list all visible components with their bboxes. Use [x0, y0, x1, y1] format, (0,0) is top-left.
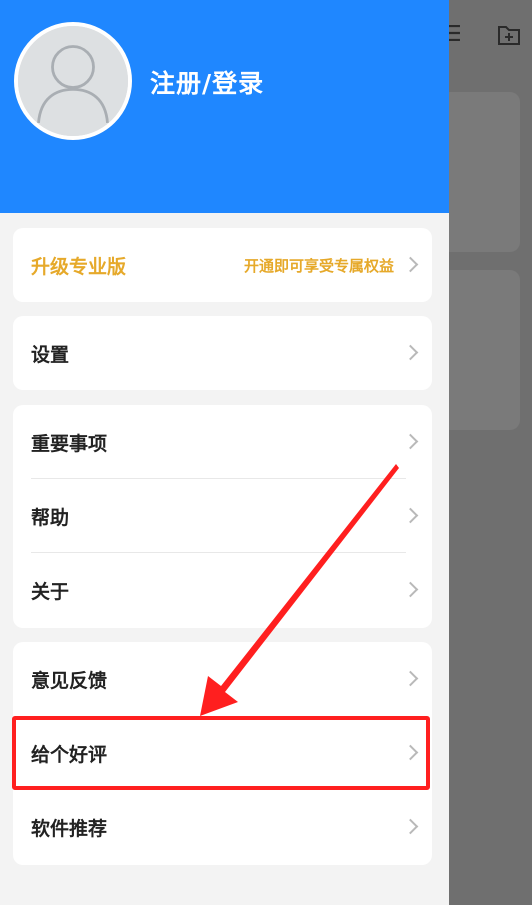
chevron-right-icon — [402, 581, 419, 598]
chevron-right-icon — [402, 507, 419, 524]
chevron-right-icon — [402, 433, 419, 450]
menu-item-recommend[interactable]: 软件推荐 — [13, 790, 432, 864]
info-card: 重要事项 帮助 关于 — [13, 405, 432, 628]
background-card — [440, 92, 520, 252]
highlight-box — [12, 716, 430, 790]
menu-item-label: 重要事项 — [31, 432, 108, 455]
menu-item-label: 意见反馈 — [31, 669, 108, 692]
user-avatar-icon — [18, 26, 128, 136]
menu-item-label: 关于 — [31, 580, 70, 603]
chevron-right-icon — [402, 256, 419, 273]
drawer-header: 注册/登录 — [0, 0, 449, 213]
menu-item-about[interactable]: 关于 — [13, 553, 432, 627]
menu-item-settings[interactable]: 设置 — [13, 316, 432, 390]
menu-item-feedback[interactable]: 意见反馈 — [13, 642, 432, 716]
login-register-link[interactable]: 注册/登录 — [150, 64, 264, 100]
background-card — [440, 270, 520, 430]
menu-item-label: 软件推荐 — [31, 817, 108, 840]
settings-card: 设置 — [13, 316, 432, 390]
upgrade-pro-card[interactable]: 升级专业版 开通即可享受专属权益 — [13, 228, 432, 302]
menu-item-label: 帮助 — [31, 506, 70, 529]
menu-item-help[interactable]: 帮助 — [13, 479, 432, 553]
chevron-right-icon — [402, 818, 419, 835]
upgrade-pro-subtitle: 开通即可享受专属权益 — [243, 256, 394, 275]
menu-item-label: 设置 — [31, 343, 70, 366]
menu-item-important[interactable]: 重要事项 — [13, 405, 432, 479]
side-drawer: 注册/登录 升级专业版 开通即可享受专属权益 设置 重要事项 帮助 关于 意见反… — [0, 0, 449, 905]
upgrade-pro-label: 升级专业版 — [31, 255, 127, 278]
chevron-right-icon — [402, 344, 419, 361]
avatar[interactable] — [14, 22, 132, 140]
chevron-right-icon — [402, 670, 419, 687]
new-folder-icon[interactable] — [496, 22, 522, 53]
